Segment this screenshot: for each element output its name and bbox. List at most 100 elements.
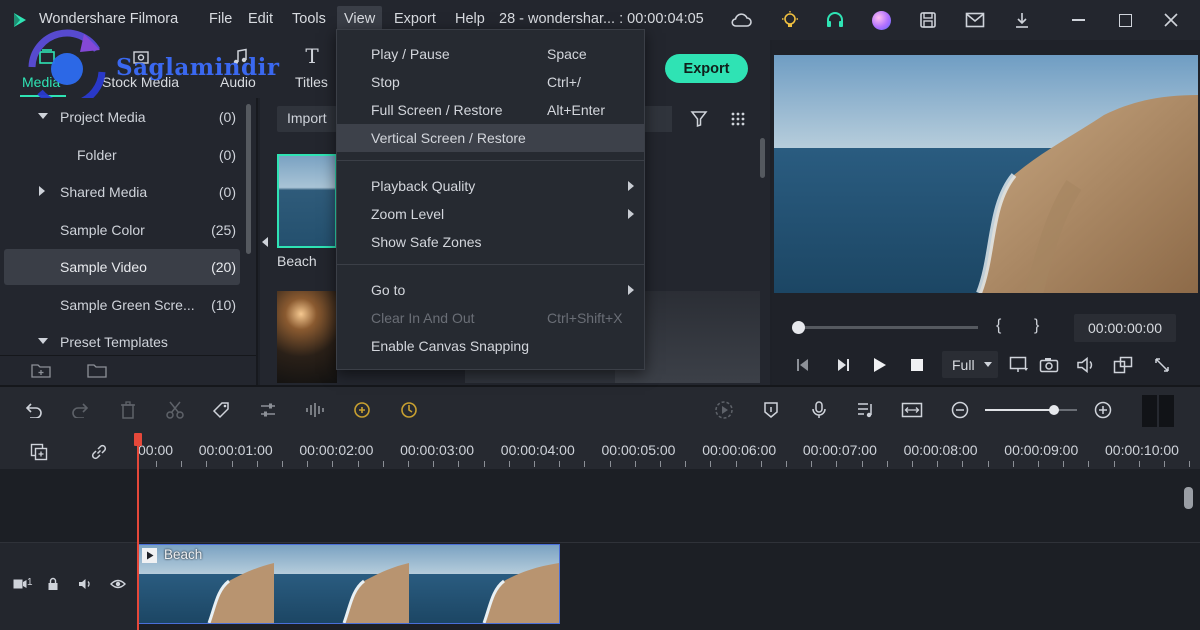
- ruler-tick: [886, 461, 888, 467]
- delete-trash-icon[interactable]: [117, 399, 139, 421]
- beach-thumbnail[interactable]: [277, 154, 337, 248]
- menu-item-clear-in-out[interactable]: Clear In And Out Ctrl+Shift+X: [337, 304, 644, 332]
- volume-icon[interactable]: [1075, 354, 1097, 376]
- playhead[interactable]: [134, 433, 142, 630]
- menu-file[interactable]: File: [209, 11, 232, 27]
- preview-panel: { } 00:00:00:00 Full: [772, 40, 1200, 385]
- collapse-panel-icon[interactable]: [262, 237, 268, 247]
- menu-item-full-screen[interactable]: Full Screen / Restore Alt+Enter: [337, 96, 644, 124]
- timeline-ruler[interactable]: 00:00 00:00:01:00 00:00:02:00 00:00:03:00 00…: [0, 433, 1200, 469]
- menu-item-label: Enable Canvas Snapping: [371, 338, 530, 354]
- menu-item-vertical-screen[interactable]: Vertical Screen / Restore: [337, 124, 644, 152]
- next-frame-icon[interactable]: [832, 354, 854, 376]
- expand-right-icon[interactable]: [39, 186, 45, 196]
- snapshot-camera-icon[interactable]: [1038, 354, 1060, 376]
- menu-item-show-safe-zones[interactable]: Show Safe Zones: [337, 228, 644, 256]
- tab-titles[interactable]: Titles: [295, 74, 328, 90]
- zoom-in-icon[interactable]: [1092, 399, 1114, 421]
- playback-progress-handle[interactable]: [792, 321, 805, 334]
- tree-item-sample-video[interactable]: Sample Video (20): [4, 249, 240, 285]
- ruler-label: 00:00:05:00: [601, 442, 676, 458]
- link-icon[interactable]: [88, 441, 110, 463]
- tree-item-folder[interactable]: Folder (0): [4, 137, 240, 173]
- zoom-slider[interactable]: [985, 405, 1077, 415]
- undo-icon[interactable]: [22, 399, 44, 421]
- filter-icon[interactable]: [688, 108, 710, 130]
- cut-scissors-icon[interactable]: [164, 399, 186, 421]
- menu-item-stop[interactable]: Stop Ctrl+/: [337, 68, 644, 96]
- menu-item-play-pause[interactable]: Play / Pause Space: [337, 40, 644, 68]
- folder-icon[interactable]: [86, 360, 108, 380]
- expand-down-icon[interactable]: [38, 338, 48, 344]
- redo-icon[interactable]: [70, 399, 92, 421]
- menu-item-playback-quality[interactable]: Playback Quality: [337, 172, 644, 200]
- ruler-tick: [735, 461, 737, 467]
- menu-item-enable-canvas-snapping[interactable]: Enable Canvas Snapping: [337, 332, 644, 360]
- previous-frame-icon[interactable]: [792, 354, 814, 376]
- timeline-toolbar: [0, 385, 1200, 433]
- play-icon[interactable]: [869, 354, 891, 376]
- playback-progress-track[interactable]: [792, 321, 978, 334]
- avatar[interactable]: [870, 9, 892, 31]
- zoom-out-icon[interactable]: [949, 399, 971, 421]
- maximize-icon[interactable]: [1115, 10, 1135, 30]
- timeline-scrollbar[interactable]: [1184, 487, 1193, 509]
- tree-item-shared-media[interactable]: Shared Media (0): [4, 174, 240, 210]
- tree-scrollbar[interactable]: [246, 104, 251, 254]
- ruler-tick: [534, 461, 535, 467]
- import-button[interactable]: Import: [277, 106, 337, 132]
- download-icon[interactable]: [1011, 9, 1033, 31]
- fullscreen-icon[interactable]: [1151, 354, 1173, 376]
- mark-in-button[interactable]: {: [996, 317, 1001, 335]
- eye-visibility-icon[interactable]: [109, 576, 127, 592]
- save-icon[interactable]: [917, 9, 939, 31]
- fit-timeline-icon[interactable]: [901, 399, 923, 421]
- mark-out-button[interactable]: }: [1034, 317, 1039, 335]
- menu-item-zoom-level[interactable]: Zoom Level: [337, 200, 644, 228]
- cloud-icon[interactable]: [729, 9, 753, 31]
- grid-view-icon[interactable]: [727, 108, 749, 130]
- voiceover-list-icon[interactable]: [855, 399, 877, 421]
- track-volume-icon[interactable]: [77, 576, 93, 592]
- render-preview-icon[interactable]: [713, 399, 735, 421]
- display-monitor-icon[interactable]: [1008, 354, 1030, 376]
- grid-scrollbar[interactable]: [760, 138, 765, 178]
- track-divider: [0, 542, 1200, 543]
- marker-shield-icon[interactable]: [760, 399, 782, 421]
- ruler-tick: [483, 461, 485, 467]
- tree-item-sample-color[interactable]: Sample Color (25): [4, 212, 240, 248]
- beach-clip[interactable]: Beach: [138, 544, 560, 624]
- tree-item-sample-green-screen[interactable]: Sample Green Scre... (10): [4, 287, 240, 323]
- menu-export[interactable]: Export: [394, 11, 436, 27]
- close-icon[interactable]: [1161, 10, 1181, 30]
- menu-tools[interactable]: Tools: [292, 11, 326, 27]
- lock-icon[interactable]: [45, 576, 61, 592]
- microphone-icon[interactable]: [808, 399, 830, 421]
- speed-ramp-icon[interactable]: [398, 399, 420, 421]
- lightbulb-icon[interactable]: [778, 8, 802, 32]
- new-folder-icon[interactable]: [30, 360, 52, 380]
- stop-icon[interactable]: [906, 354, 928, 376]
- menu-help[interactable]: Help: [455, 11, 485, 27]
- playhead-handle[interactable]: [134, 433, 142, 446]
- menu-item-go-to[interactable]: Go to: [337, 276, 644, 304]
- tree-item-label: Shared Media: [60, 184, 148, 200]
- picture-in-picture-icon[interactable]: [1112, 354, 1134, 376]
- export-button[interactable]: Export: [665, 54, 748, 83]
- ruler-label: 00:00:09:00: [1004, 442, 1079, 458]
- expand-down-icon[interactable]: [38, 113, 48, 119]
- quality-select[interactable]: Full: [942, 351, 998, 378]
- audio-waveform-icon[interactable]: [304, 399, 326, 421]
- adjust-sliders-icon[interactable]: [257, 399, 279, 421]
- menu-edit[interactable]: Edit: [248, 11, 273, 27]
- video-thumbnail[interactable]: [277, 291, 337, 383]
- ruler-tick: [962, 461, 964, 467]
- headset-icon[interactable]: [823, 8, 847, 32]
- mail-icon[interactable]: [964, 9, 986, 31]
- minimize-icon[interactable]: [1068, 10, 1088, 30]
- zoom-slider-handle[interactable]: [1049, 405, 1059, 415]
- tag-label-icon[interactable]: [210, 399, 232, 421]
- motion-tracking-icon[interactable]: [351, 399, 373, 421]
- add-track-icon[interactable]: [28, 441, 50, 463]
- tree-item-project-media[interactable]: Project Media (0): [4, 99, 240, 135]
